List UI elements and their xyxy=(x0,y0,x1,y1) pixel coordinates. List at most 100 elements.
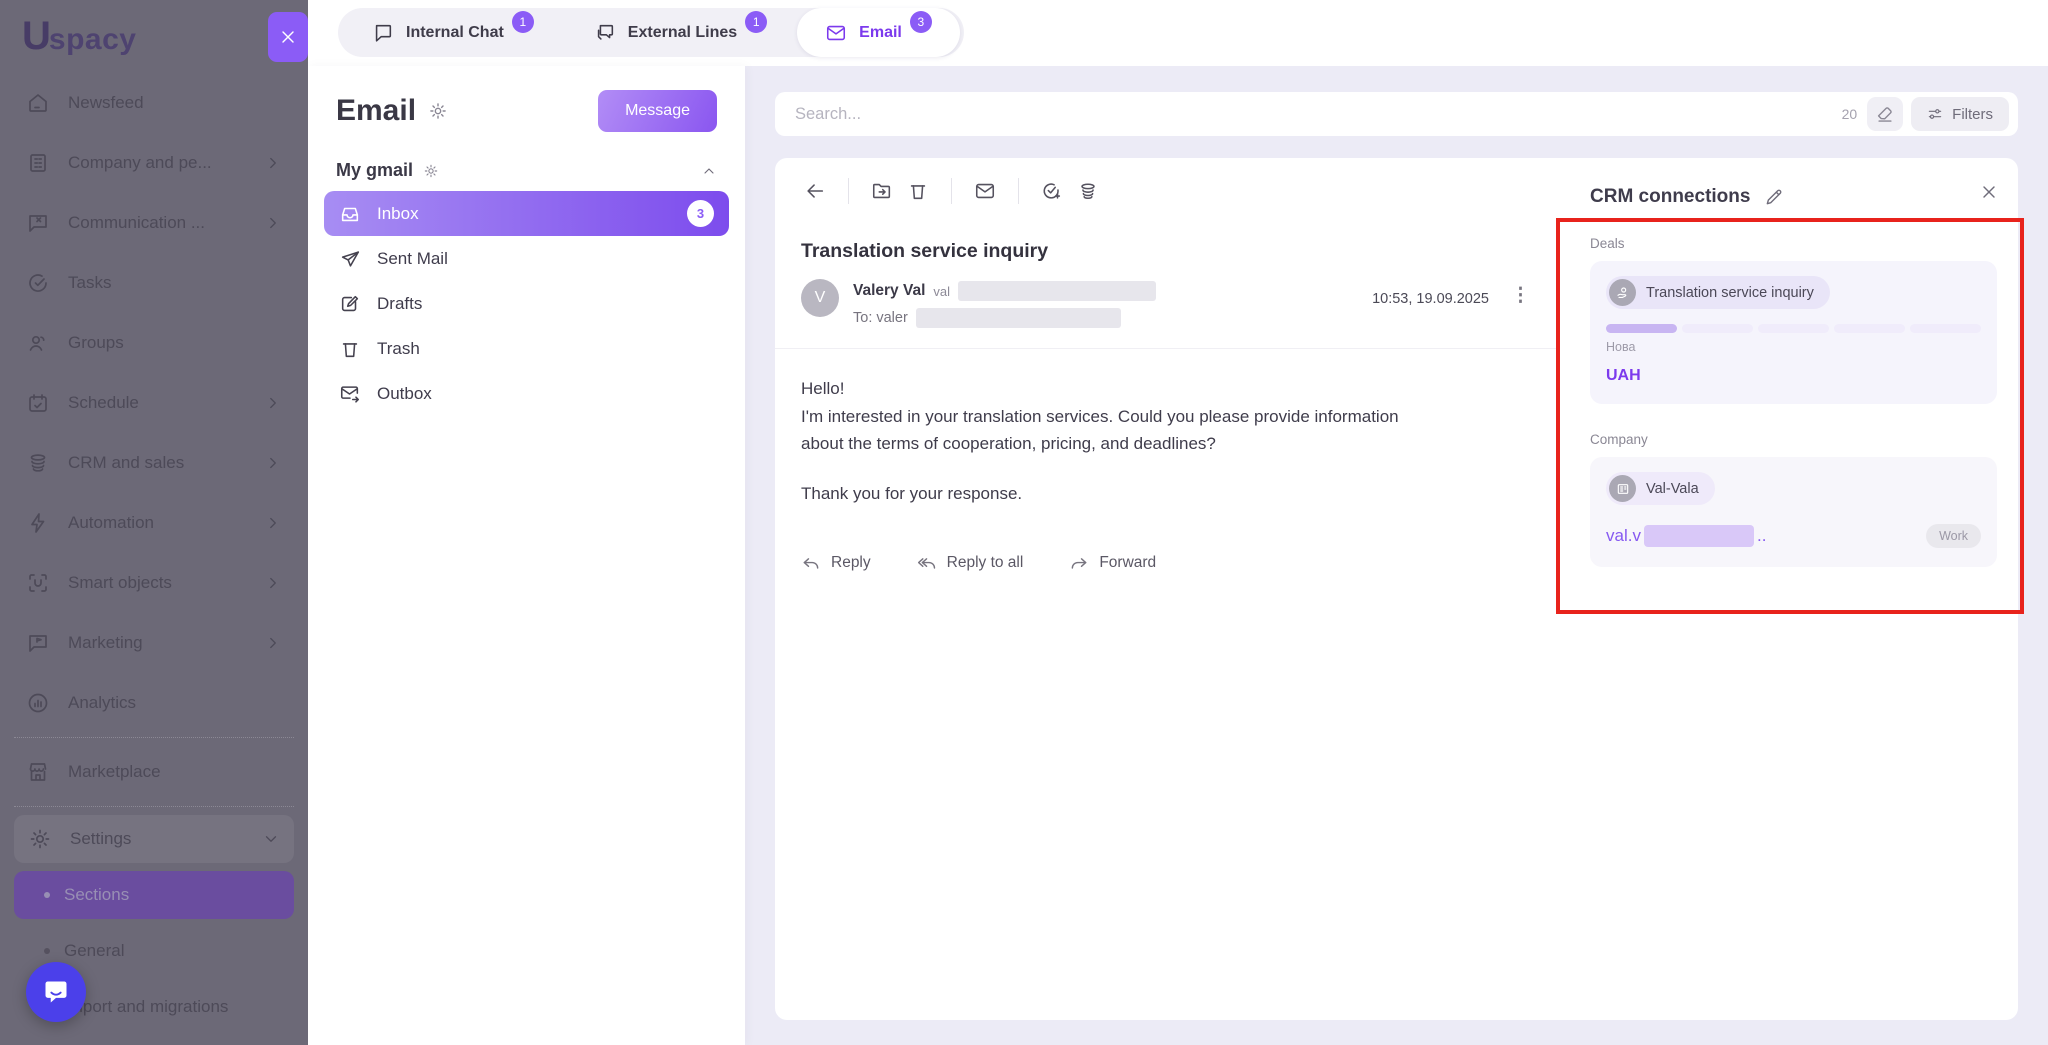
deal-card: Translation service inquiry Нова UAH xyxy=(1590,261,1997,404)
external-lines-icon xyxy=(594,22,616,44)
redacted-recipient-email xyxy=(916,308,1121,328)
sidebar-item-company-and-people[interactable]: Company and pe... xyxy=(0,133,308,193)
tab-email[interactable]: Email 3 xyxy=(797,8,960,57)
sidebar-item-tasks[interactable]: Tasks xyxy=(0,253,308,313)
email-folder-panel: Email Message My gmail Inbox 3 Sent Mail… xyxy=(308,66,745,1045)
reply-button[interactable]: Reply xyxy=(801,553,871,573)
app-logo: Uspacy xyxy=(0,0,308,59)
email-settings-gear-icon[interactable] xyxy=(428,101,448,121)
task-check-icon xyxy=(1041,180,1063,202)
close-icon xyxy=(278,27,298,47)
deal-icon xyxy=(1609,279,1636,306)
tab-internal-chat[interactable]: Internal Chat 1 xyxy=(342,12,564,53)
chevron-up-icon[interactable] xyxy=(701,163,717,179)
message-menu-button[interactable]: ⋮ xyxy=(1511,291,1530,301)
body-line: Thank you for your response. xyxy=(801,480,1441,508)
sidebar-item-crm-and-sales[interactable]: CRM and sales xyxy=(0,433,308,493)
folder-inbox[interactable]: Inbox 3 xyxy=(324,191,729,236)
sidebar-item-settings[interactable]: Settings xyxy=(14,815,294,863)
reply-all-icon xyxy=(917,553,937,573)
folder-sent-mail[interactable]: Sent Mail xyxy=(324,236,729,281)
sidebar-item-groups[interactable]: Groups xyxy=(0,313,308,373)
analytics-icon xyxy=(26,691,50,715)
deal-name: Translation service inquiry xyxy=(1646,285,1814,301)
filters-sliders-icon xyxy=(1927,106,1943,122)
chevron-right-icon xyxy=(264,214,282,232)
progress-segment xyxy=(1834,324,1905,333)
envelope-icon xyxy=(974,180,996,202)
redacted-company-email xyxy=(1644,525,1754,547)
message-body: Hello! I'm interested in your translatio… xyxy=(801,375,1441,507)
sidebar-item-marketplace[interactable]: Marketplace xyxy=(0,742,308,802)
folder-label: Sent Mail xyxy=(377,249,448,269)
chevron-right-icon xyxy=(264,454,282,472)
deal-chip[interactable]: Translation service inquiry xyxy=(1606,276,1830,309)
chevron-right-icon xyxy=(264,574,282,592)
forward-button[interactable]: Forward xyxy=(1069,553,1156,573)
sidebar-divider xyxy=(14,737,294,738)
close-crm-panel-button[interactable] xyxy=(1979,182,1999,202)
sidebar-divider xyxy=(14,806,294,807)
sidebar-subitem-label: Import and migrations xyxy=(64,997,228,1017)
message-header: V Valery Val val To: valer 10:53, 19.09.… xyxy=(775,279,1556,349)
sidebar-item-label: Analytics xyxy=(68,693,136,713)
account-settings-gear-icon[interactable] xyxy=(423,163,439,179)
company-name: Val-Vala xyxy=(1646,481,1699,497)
mail-account-row[interactable]: My gmail xyxy=(308,140,745,191)
sidebar-item-label: Schedule xyxy=(68,393,139,413)
sidebar-item-newsfeed[interactable]: Newsfeed xyxy=(0,73,308,133)
result-count: 20 xyxy=(1842,106,1858,122)
sidebar-item-automation[interactable]: Automation xyxy=(0,493,308,553)
sent-mail-icon xyxy=(339,248,361,270)
sidebar-item-label: Automation xyxy=(68,513,154,533)
groups-icon xyxy=(26,331,50,355)
sidebar-subitem-label: Sections xyxy=(64,885,129,905)
sender-email-prefix: val xyxy=(933,284,950,299)
company-email-prefix[interactable]: val.v xyxy=(1606,526,1641,546)
deal-currency[interactable]: UAH xyxy=(1606,367,1981,385)
sidebar-item-analytics[interactable]: Analytics xyxy=(0,673,308,733)
crm-connections-panel: CRM connections Deals Translation servic… xyxy=(1556,158,2021,1020)
create-task-button[interactable] xyxy=(1034,174,1070,208)
message-datetime: 10:53, 19.09.2025 xyxy=(1372,291,1489,307)
sidebar-item-communication[interactable]: Communication ... xyxy=(0,193,308,253)
sidebar-subitem-label: General xyxy=(64,941,124,961)
sender-name: Valery Val xyxy=(853,282,925,300)
support-chat-widget-button[interactable] xyxy=(26,962,86,1022)
message-content-area: Translation service inquiry V Valery Val… xyxy=(775,158,1556,1020)
move-to-folder-button[interactable] xyxy=(864,174,900,208)
reply-to-all-button[interactable]: Reply to all xyxy=(917,553,1024,573)
folder-drafts[interactable]: Drafts xyxy=(324,281,729,326)
sidebar-nav: Newsfeed Company and pe... Communication… xyxy=(0,59,308,1031)
chevron-down-icon xyxy=(262,830,280,848)
sidebar-item-label: CRM and sales xyxy=(68,453,184,473)
company-chip[interactable]: Val-Vala xyxy=(1606,472,1715,505)
sender-avatar: V xyxy=(801,279,839,317)
company-email-row: val.v .. Work xyxy=(1606,524,1981,548)
chevron-right-icon xyxy=(264,514,282,532)
mark-unread-button[interactable] xyxy=(967,174,1003,208)
folder-trash[interactable]: Trash xyxy=(324,326,729,371)
sidebar-subitem-sections[interactable]: Sections xyxy=(14,871,294,919)
bullet-dot xyxy=(44,948,50,954)
message-subject: Translation service inquiry xyxy=(801,240,1530,263)
message-button[interactable]: Message xyxy=(598,90,717,132)
clear-search-button[interactable] xyxy=(1867,97,1903,131)
delete-message-button[interactable] xyxy=(900,174,936,208)
search-input[interactable] xyxy=(795,105,1842,124)
sidebar-item-marketing[interactable]: Marketing xyxy=(0,613,308,673)
sidebar-item-smart-objects[interactable]: Smart objects xyxy=(0,553,308,613)
folder-outbox[interactable]: Outbox xyxy=(324,371,729,416)
tab-badge: 3 xyxy=(910,11,932,33)
tab-external-lines[interactable]: External Lines 1 xyxy=(564,12,797,53)
close-sidebar-button[interactable] xyxy=(268,12,308,62)
sidebar-item-schedule[interactable]: Schedule xyxy=(0,373,308,433)
back-button[interactable] xyxy=(797,174,833,208)
message-toolbar xyxy=(775,158,1556,216)
tab-label: External Lines xyxy=(628,24,737,42)
smart-objects-icon xyxy=(26,571,50,595)
edit-crm-connections-button[interactable] xyxy=(1764,187,1784,207)
crm-link-button[interactable] xyxy=(1070,174,1106,208)
tasks-icon xyxy=(26,271,50,295)
filters-button[interactable]: Filters xyxy=(1911,97,2009,131)
